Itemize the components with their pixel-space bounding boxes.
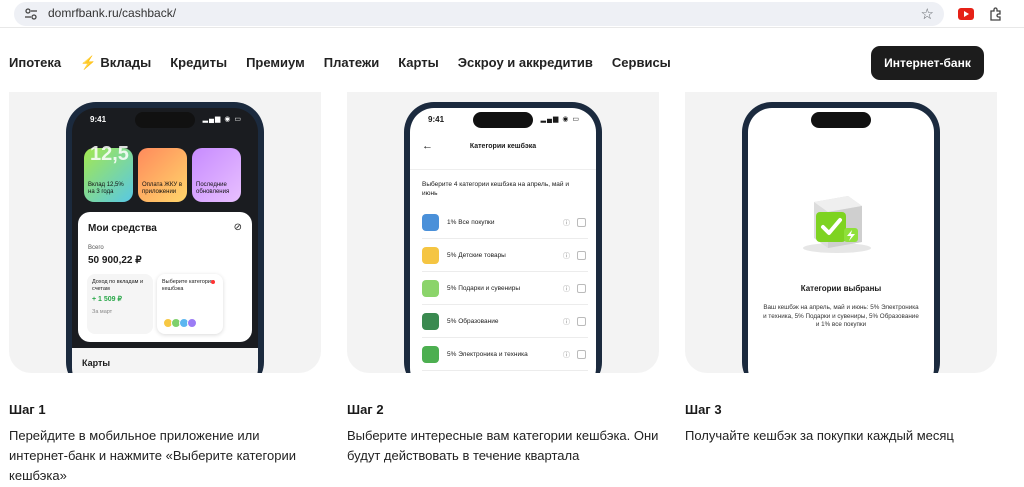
nav-item-services[interactable]: Сервисы: [612, 55, 671, 71]
status-icons: ▂▄▆ ◉ ▭: [202, 116, 242, 123]
total-amount: 50 900,22 ₽: [88, 255, 142, 266]
step1-illustration: 9:41 ▂▄▆ ◉ ▭ 12,5 Вклад 12,5% на 3 года …: [9, 92, 321, 373]
gifts-icon: [422, 280, 439, 297]
category-row: 5% Подарки и сувениры ⓘ: [422, 272, 588, 305]
status-time: 9:41: [428, 115, 445, 124]
nav-item-payments[interactable]: Платежи: [324, 55, 379, 71]
info-icon: ⓘ: [563, 319, 570, 326]
status-time: 9:41: [90, 115, 107, 124]
nav-item-deposits[interactable]: ⚡ Вклады: [80, 55, 151, 71]
tile-label: Последние обновления: [196, 182, 230, 195]
income-card: Доход по вкладам и счетам + 1 509 ₽ За м…: [87, 274, 153, 334]
phone-mockup: Категории выбраны Ваш кешбэк на апрель, …: [742, 102, 940, 373]
screen-title: Категории выбраны: [800, 284, 882, 293]
main-nav: Ипотека ⚡ Вклады Кредиты Премиум Платежи …: [0, 46, 1024, 80]
category-label: 5% Подарки и сувениры: [447, 285, 521, 292]
promo-tile-updates: Последние обновления: [192, 148, 241, 202]
kids-goods-icon: [422, 247, 439, 264]
category-label: 5% Детские товары: [447, 252, 506, 259]
screen-desc: Ваш кешбэк на апрель, май и июнь: 5% Эле…: [763, 304, 919, 328]
nav-item-cards[interactable]: Карты: [398, 55, 439, 71]
step3-title: Шаг 3: [685, 402, 722, 417]
category-label: 1% Все покупки: [447, 219, 495, 226]
cards-title: Карты: [82, 358, 111, 368]
address-bar[interactable]: domrfbank.ru/cashback/ ☆: [14, 2, 944, 26]
all-purchases-icon: [422, 214, 439, 231]
url-text[interactable]: domrfbank.ru/cashback/: [48, 6, 176, 20]
category-row: 5% Образование ⓘ: [422, 305, 588, 338]
tile-label: Вклад 12,5% на 3 года: [88, 182, 124, 195]
info-icon: ⓘ: [563, 220, 570, 227]
bookmark-star-icon[interactable]: ☆: [921, 5, 934, 23]
nav-item-credits[interactable]: Кредиты: [170, 55, 227, 71]
choose-cashback-card: Выберите категории кешбэка: [157, 274, 223, 334]
internet-bank-button[interactable]: Интернет-банк: [871, 46, 984, 80]
education-icon: [422, 313, 439, 330]
electronics-icon: [422, 346, 439, 363]
status-icons: ▂▄▆ ◉ ▭: [540, 116, 580, 123]
promo-tile-utilities: Оплата ЖКУ в приложении: [138, 148, 187, 202]
category-label: 5% Электроника и техника: [447, 351, 528, 358]
income-label: Доход по вкладам и счетам: [92, 279, 144, 292]
nav-item-premium[interactable]: Премиум: [246, 55, 305, 71]
extensions-puzzle-icon[interactable]: [988, 6, 1004, 22]
phone-mockup: 9:41 ▂▄▆ ◉ ▭ ← Категории кешбэка Выберит…: [404, 102, 602, 373]
info-icon: ⓘ: [563, 253, 570, 260]
category-checkbox: [577, 284, 586, 293]
tile-big-number: 12,5: [90, 143, 129, 165]
choose-label: Выберите категории кешбэка: [162, 279, 215, 292]
funds-title: Мои средства: [88, 223, 157, 234]
youtube-extension-icon[interactable]: [958, 8, 974, 20]
promo-tile-deposit: 12,5 Вклад 12,5% на 3 года: [84, 143, 133, 202]
category-row: [422, 371, 588, 373]
step2-illustration: 9:41 ▂▄▆ ◉ ▭ ← Категории кешбэка Выберит…: [347, 92, 659, 373]
funds-panel: Мои средства ⊘ Всего 50 900,22 ₽ Доход п…: [78, 212, 252, 342]
hide-eye-icon: ⊘: [233, 222, 242, 233]
step2-text: Выберите интересные вам категории кешбэк…: [347, 428, 659, 463]
phone-mockup: 9:41 ▂▄▆ ◉ ▭ 12,5 Вклад 12,5% на 3 года …: [66, 102, 264, 373]
info-icon: ⓘ: [563, 286, 570, 293]
income-period: За март: [92, 309, 113, 315]
check-cube-icon: [803, 196, 871, 253]
category-row: 1% Все покупки ⓘ: [422, 206, 588, 239]
category-checkbox: [577, 317, 586, 326]
step3-illustration: Категории выбраны Ваш кешбэк на апрель, …: [685, 92, 997, 373]
category-label: 5% Образование: [447, 318, 499, 325]
notification-dot: [211, 280, 215, 284]
step3-text: Получайте кешбэк за покупки каждый месяц: [685, 428, 954, 443]
nav-item-mortgage[interactable]: Ипотека: [9, 55, 61, 71]
site-settings-icon[interactable]: [24, 7, 38, 21]
lightning-icon: ⚡: [80, 55, 97, 70]
cards-section: Карты: [72, 348, 258, 373]
category-checkbox: [577, 251, 586, 260]
category-row: 5% Детские товары ⓘ: [422, 239, 588, 272]
step1-title: Шаг 1: [9, 402, 46, 417]
step1-text: Перейдите в мобильное приложение или инт…: [9, 428, 296, 483]
category-row: 5% Электроника и техника ⓘ: [422, 338, 588, 371]
screen-intro: Выберите 4 категории кешбэка на апрель, …: [422, 181, 569, 197]
step2-title: Шаг 2: [347, 402, 384, 417]
total-label: Всего: [88, 245, 104, 251]
browser-toolbar: domrfbank.ru/cashback/ ☆: [0, 0, 1024, 28]
category-checkbox: [577, 218, 586, 227]
income-value: + 1 509 ₽: [92, 296, 122, 303]
nav-item-escrow[interactable]: Эскроу и аккредитив: [458, 55, 593, 71]
nav-item-deposits-label: Вклады: [100, 55, 152, 70]
category-dots: [163, 318, 197, 328]
screen-title: Категории кешбэка: [469, 143, 537, 150]
info-icon: ⓘ: [563, 352, 570, 359]
category-checkbox: [577, 350, 586, 359]
tile-label: Оплата ЖКУ в приложении: [142, 182, 183, 195]
